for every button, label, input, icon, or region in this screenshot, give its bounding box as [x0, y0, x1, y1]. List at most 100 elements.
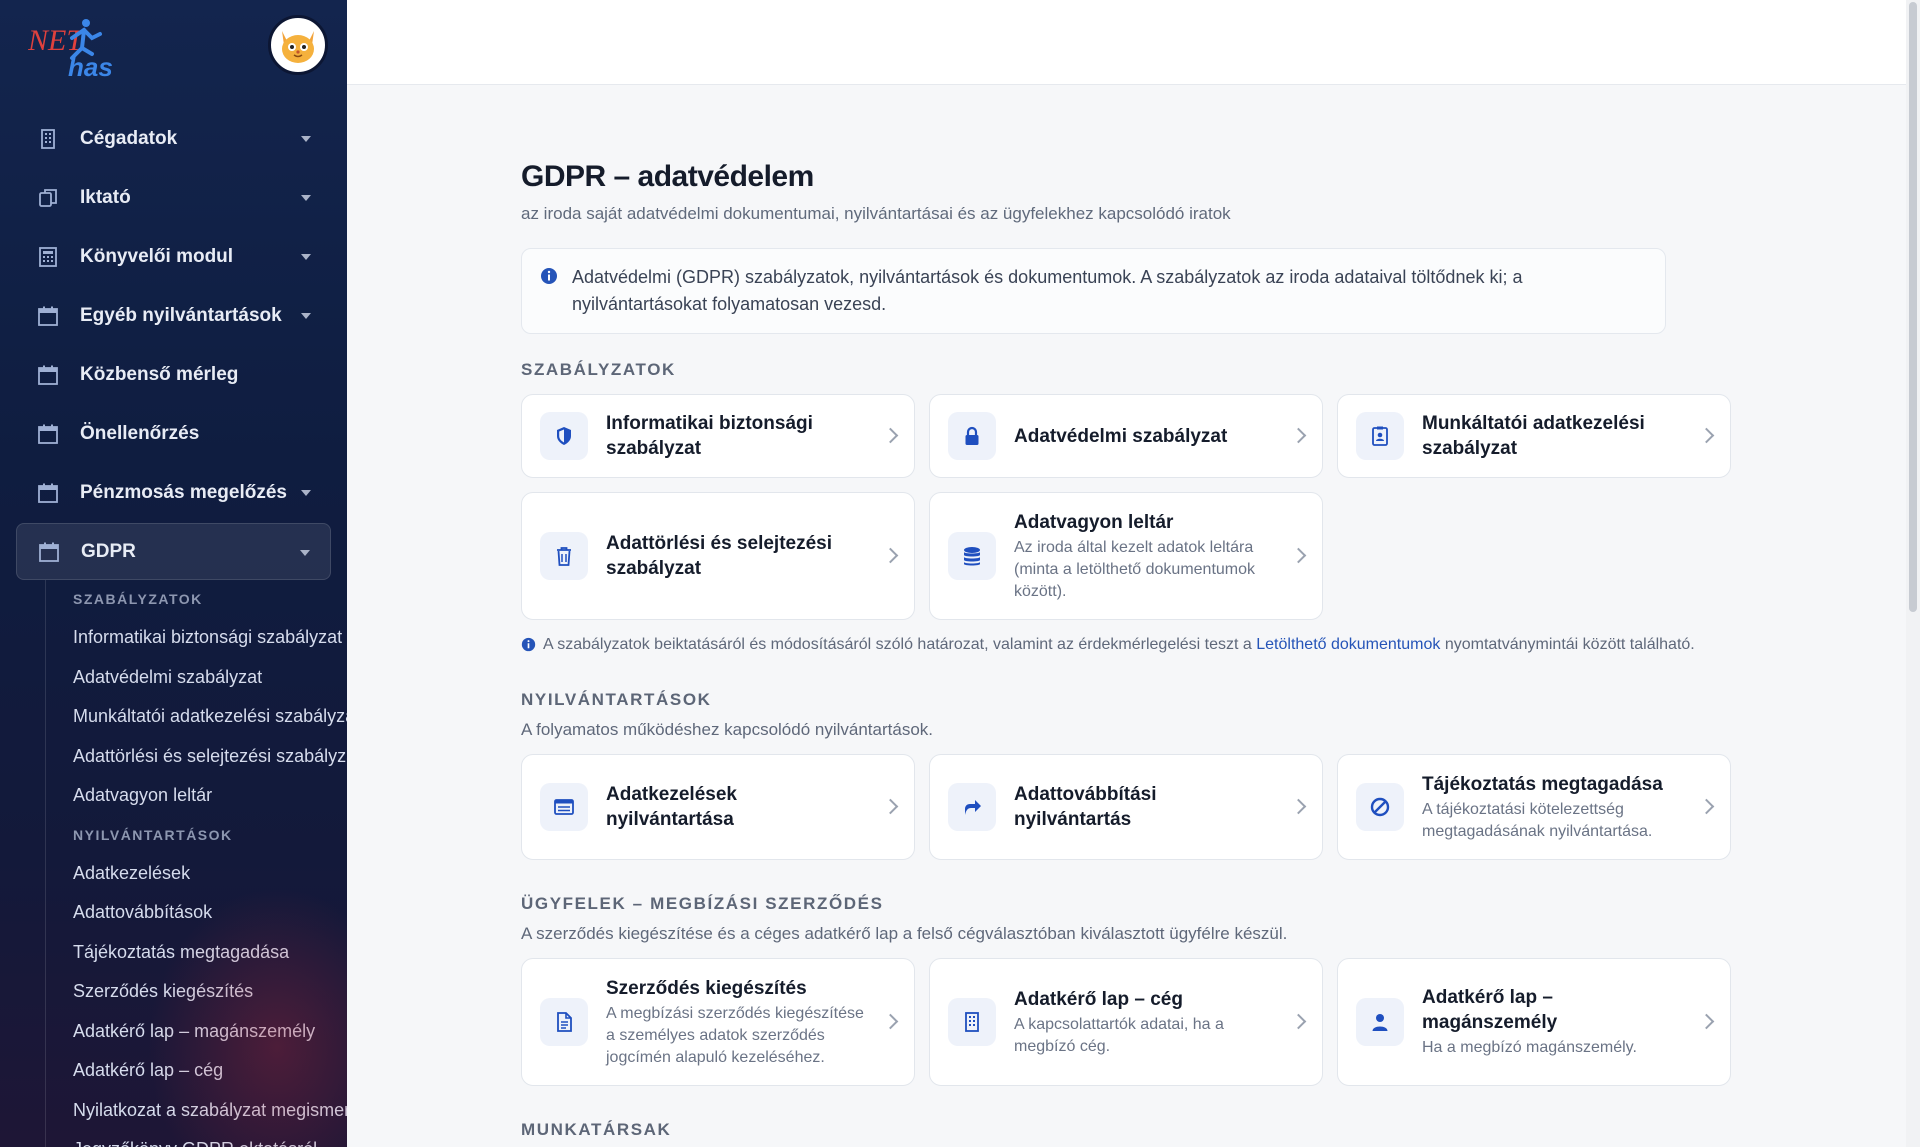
- sidebar-item-egyéb-nyilvántartások[interactable]: Egyéb nyilvántartások: [16, 287, 331, 344]
- card-title: Adattovábbítási nyilvántartás: [1014, 784, 1157, 830]
- chevron-down-icon[interactable]: [301, 490, 311, 496]
- submenu-link[interactable]: Munkáltatói adatkezelési szabályzat: [46, 697, 347, 737]
- policies-note: A szabályzatok beiktatásáról és módosítá…: [521, 634, 1711, 656]
- chevron-right-icon: [882, 547, 899, 564]
- sidebar-item-iktató[interactable]: Iktató: [16, 169, 331, 226]
- sidebar-item-pénzmosás-megelőzés[interactable]: Pénzmosás megelőzés: [16, 464, 331, 521]
- card-text: Tájékoztatás megtagadása A tájékoztatási …: [1422, 772, 1680, 843]
- submenu-link[interactable]: Adattovábbítások: [46, 893, 347, 933]
- sidebar-item-label: Közbenső mérleg: [80, 363, 239, 385]
- submenu-link[interactable]: Tájékoztatás megtagadása: [46, 933, 347, 973]
- sidebar-item-önellenőrzés[interactable]: Önellenőrzés: [16, 405, 331, 462]
- card-list[interactable]: Adatkezelések nyilvántartása: [521, 754, 915, 860]
- submenu-link[interactable]: Informatikai biztonsági szabályzat: [46, 618, 347, 658]
- card-lock[interactable]: Adatvédelmi szabályzat: [929, 394, 1323, 478]
- sidebar-header: NET has: [0, 0, 347, 95]
- top-bar: [347, 0, 1907, 85]
- sidebar-item-label: GDPR: [81, 540, 136, 562]
- submenu-heading-policies: SZABÁLYZATOK: [73, 591, 203, 607]
- submenu-link[interactable]: Adatvagyon leltár: [46, 776, 347, 816]
- submenu-link[interactable]: Adatvédelmi szabályzat: [46, 658, 347, 698]
- submenu-link[interactable]: Adatkérő lap – magánszemély: [46, 1012, 347, 1052]
- main-nav: Cégadatok Iktató Könyvelői modul Egyéb nyil…: [16, 110, 331, 582]
- chevron-right-icon: [882, 798, 899, 815]
- chevron-right-icon: [1698, 427, 1715, 444]
- card-text: Adatvédelmi szabályzat: [1014, 424, 1227, 449]
- note-text-after: nyomtatványmintái között található.: [1444, 636, 1695, 653]
- chevron-down-icon[interactable]: [301, 136, 311, 142]
- submenu-link[interactable]: Szerződés kiegészítés: [46, 972, 347, 1012]
- card-text: Adatkérő lap – cég A kapcsolattartók adat…: [1014, 987, 1272, 1058]
- info-box: Adatvédelmi (GDPR) szabályzatok, nyilván…: [521, 248, 1666, 334]
- sidebar-item-label: Önellenőrzés: [80, 422, 200, 444]
- chevron-right-icon: [1290, 547, 1307, 564]
- card-text: Adatkezelések nyilvántartása: [606, 782, 864, 832]
- chevron-down-icon[interactable]: [301, 195, 311, 201]
- id-badge-icon: [1356, 412, 1404, 460]
- chevron-down-icon[interactable]: [300, 550, 310, 556]
- card-description: Az iroda által kezelt adatok leltára (mi…: [1014, 538, 1256, 600]
- section-subtitle-registers: A folyamatos működéshez kapcsolódó nyilv…: [521, 720, 934, 739]
- calendar-icon: [37, 540, 61, 564]
- sidebar-item-label: Iktató: [80, 186, 131, 208]
- sidebar-item-label: Könyvelői modul: [80, 245, 234, 267]
- documents-icon: [36, 186, 60, 210]
- card-title: Informatikai biztonsági szabályzat: [606, 413, 813, 459]
- card-description: Ha a megbízó magánszemély.: [1422, 1039, 1637, 1056]
- main-content: GDPR – adatvédelem az iroda saját adatvé…: [521, 160, 1733, 1140]
- shield-icon: [540, 412, 588, 460]
- chevron-down-icon[interactable]: [301, 254, 311, 260]
- building-icon: [948, 998, 996, 1046]
- downloadable-documents-link[interactable]: Letölthető dokumentumok: [1256, 636, 1440, 653]
- sidebar-item-label: Pénzmosás megelőzés: [80, 481, 287, 503]
- section-title-clients: ÜGYFELEK – MEGBÍZÁSI SZERZŐDÉS: [521, 894, 884, 913]
- card-title: Adatvédelmi szabályzat: [1014, 425, 1228, 447]
- document-icon: [540, 998, 588, 1046]
- card-title: Szerződés kiegészítés: [606, 977, 807, 999]
- calendar-icon: [36, 481, 60, 505]
- info-text: Adatvédelmi (GDPR) szabályzatok, nyilván…: [572, 267, 1523, 314]
- svg-text:has: has: [68, 52, 113, 80]
- section-title-policies: SZABÁLYZATOK: [521, 360, 676, 379]
- chevron-right-icon: [1290, 798, 1307, 815]
- card-database[interactable]: Adatvagyon leltár Az iroda által kezelt a…: [929, 492, 1323, 620]
- card-trash[interactable]: Adattörlési és selejtezési szabályzat: [521, 492, 915, 620]
- submenu-link[interactable]: Jegyzőkönyv GDPR oktatásról: [46, 1130, 347, 1147]
- submenu-link[interactable]: Adatkérő lap – cég: [46, 1051, 347, 1091]
- sidebar-item-könyvelői-modul[interactable]: Könyvelői modul: [16, 228, 331, 285]
- card-person[interactable]: Adatkérő lap – magánszemély Ha a megbízó …: [1337, 958, 1731, 1086]
- card-document[interactable]: Szerződés kiegészítés A megbízási szerződ…: [521, 958, 915, 1086]
- card-title: Adattörlési és selejtezési szabályzat: [606, 533, 832, 579]
- submenu-link[interactable]: Nyilatkozat a szabályzat megismerés: [46, 1091, 347, 1131]
- card-share-arrow[interactable]: Adattovábbítási nyilvántartás: [929, 754, 1323, 860]
- card-text: Informatikai biztonsági szabályzat: [606, 411, 864, 461]
- note-text-before: A szabályzatok beiktatásáról és módosítá…: [543, 636, 1252, 653]
- card-text: Adattovábbítási nyilvántartás: [1014, 782, 1272, 832]
- page-scrollbar[interactable]: [1906, 0, 1920, 1147]
- sidebar-item-gdpr[interactable]: GDPR: [16, 523, 331, 580]
- card-ban[interactable]: Tájékoztatás megtagadása A tájékoztatási …: [1337, 754, 1731, 860]
- scrollbar-thumb[interactable]: [1909, 2, 1917, 612]
- card-shield[interactable]: Informatikai biztonsági szabályzat: [521, 394, 915, 478]
- logo-icon[interactable]: NET has: [28, 16, 123, 80]
- card-building[interactable]: Adatkérő lap – cég A kapcsolattartók adat…: [929, 958, 1323, 1086]
- chevron-down-icon[interactable]: [301, 313, 311, 319]
- card-text: Munkáltatói adatkezelési szabályzat: [1422, 411, 1680, 461]
- chevron-right-icon: [882, 427, 899, 444]
- building-icon: [36, 127, 60, 151]
- submenu-link[interactable]: Adatkezelések: [46, 854, 347, 894]
- sidebar-item-label: Egyéb nyilvántartások: [80, 304, 282, 326]
- submenu-link[interactable]: Adattörlési és selejtezési szabályzat: [46, 737, 347, 777]
- card-id-badge[interactable]: Munkáltatói adatkezelési szabályzat: [1337, 394, 1731, 478]
- chevron-right-icon: [1698, 1013, 1715, 1030]
- policies-grid: Informatikai biztonsági szabályzat Adatvé…: [521, 394, 1733, 620]
- chevron-right-icon: [882, 1013, 899, 1030]
- card-description: A kapcsolattartók adatai, ha a megbízó c…: [1014, 1015, 1224, 1055]
- user-avatar[interactable]: [268, 15, 328, 75]
- gdpr-submenu: SZABÁLYZATOK Informatikai biztonsági sza…: [45, 580, 347, 1147]
- sidebar-item-cégadatok[interactable]: Cégadatok: [16, 110, 331, 167]
- chevron-right-icon: [1290, 1013, 1307, 1030]
- submenu-heading-registers: NYILVÁNTARTÁSOK: [73, 826, 233, 843]
- registers-grid: Adatkezelések nyilvántartása Adattovábbít…: [521, 754, 1733, 860]
- sidebar-item-közbenső-mérleg[interactable]: Közbenső mérleg: [16, 346, 331, 403]
